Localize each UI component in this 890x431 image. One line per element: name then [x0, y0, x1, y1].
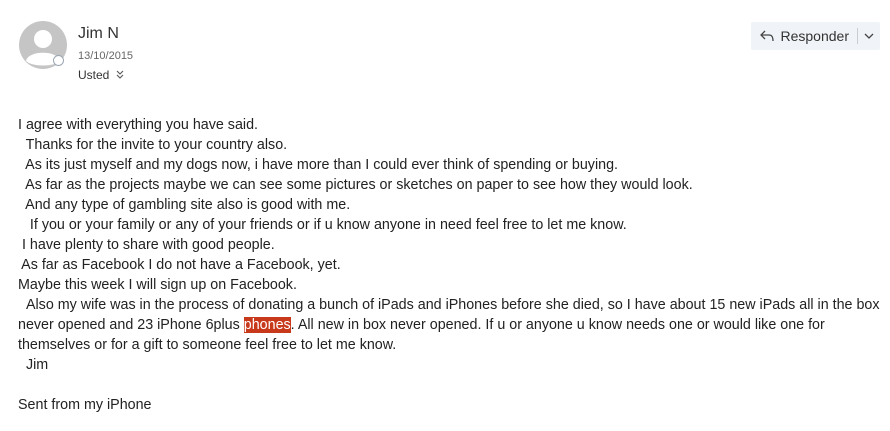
reply-button-group: Responder	[750, 22, 880, 50]
recipient-row[interactable]: Usted	[78, 68, 125, 82]
message-line: As far as the projects maybe we can see …	[18, 177, 693, 193]
message-paragraph: Also my wife was in the process of donat…	[18, 295, 884, 355]
email-reading-pane: Jim N 13/10/2015 Usted Responder I agree…	[0, 0, 890, 431]
message-line: Thanks for the invite to your country al…	[18, 137, 288, 153]
presence-status-icon	[53, 55, 64, 66]
sign-off: Jim	[18, 357, 49, 373]
sender-name[interactable]: Jim N	[78, 25, 119, 43]
message-line: I have plenty to share with good people.	[18, 237, 275, 253]
reply-button[interactable]: Responder	[751, 22, 858, 50]
recipient-name: Usted	[78, 68, 110, 82]
message-line: I agree with everything you have said.	[18, 117, 259, 133]
chevron-down-icon	[864, 33, 874, 39]
chevron-down-icon[interactable]	[115, 69, 125, 81]
search-highlight: phones	[243, 317, 291, 333]
message-line: If you or your family or any of your fri…	[18, 217, 627, 233]
reply-arrow-icon	[759, 29, 775, 43]
message-line: As far as Facebook I do not have a Faceb…	[18, 257, 341, 273]
reply-options-button[interactable]	[858, 22, 880, 50]
signature: Sent from my iPhone	[18, 397, 152, 413]
message-body: I agree with everything you have said. T…	[18, 115, 884, 415]
message-date: 13/10/2015	[78, 50, 134, 62]
message-line: Maybe this week I will sign up on Facebo…	[18, 277, 297, 293]
message-line: And any type of gambling site also is go…	[18, 197, 351, 213]
reply-label: Responder	[780, 28, 850, 44]
message-line: As its just myself and my dogs now, i ha…	[18, 157, 618, 173]
